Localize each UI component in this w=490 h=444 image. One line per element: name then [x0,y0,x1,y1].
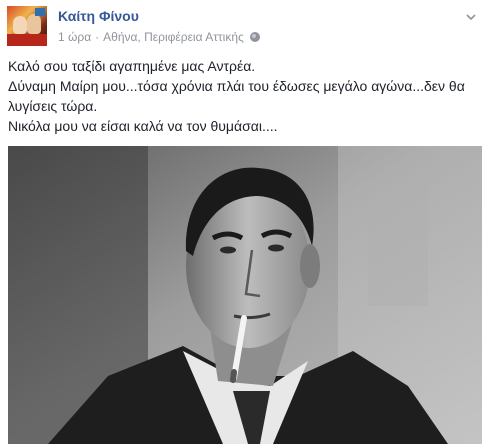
post-meta: 1 ώρα · Αθήνα, Περιφέρεια Αττικής [58,30,260,44]
post-line: Νικόλα μου να είσαι καλά να τον θυμάσαι.… [8,118,278,134]
chevron-down-icon[interactable] [464,10,478,24]
author-name[interactable]: Καίτη Φίνου [58,8,139,24]
post-line: Καλό σου ταξίδι αγαπημένε μας Αντρέα. [8,58,256,74]
post-card: Καίτη Φίνου 1 ώρα · Αθήνα, Περιφέρεια Ατ… [0,0,490,444]
post-text: Καλό σου ταξίδι αγαπημένε μας Αντρέα. Δύ… [8,56,478,136]
photo-portrait [8,146,482,444]
avatar[interactable] [7,6,47,46]
meta-separator: · [95,30,100,44]
post-photo[interactable] [8,146,482,444]
post-location[interactable]: Αθήνα, Περιφέρεια Αττικής [103,30,244,44]
post-line: Δύναμη Μαίρη μου...τόσα χρόνια πλάι του … [8,78,465,114]
globe-icon[interactable] [249,32,260,42]
post-time[interactable]: 1 ώρα [58,30,91,44]
